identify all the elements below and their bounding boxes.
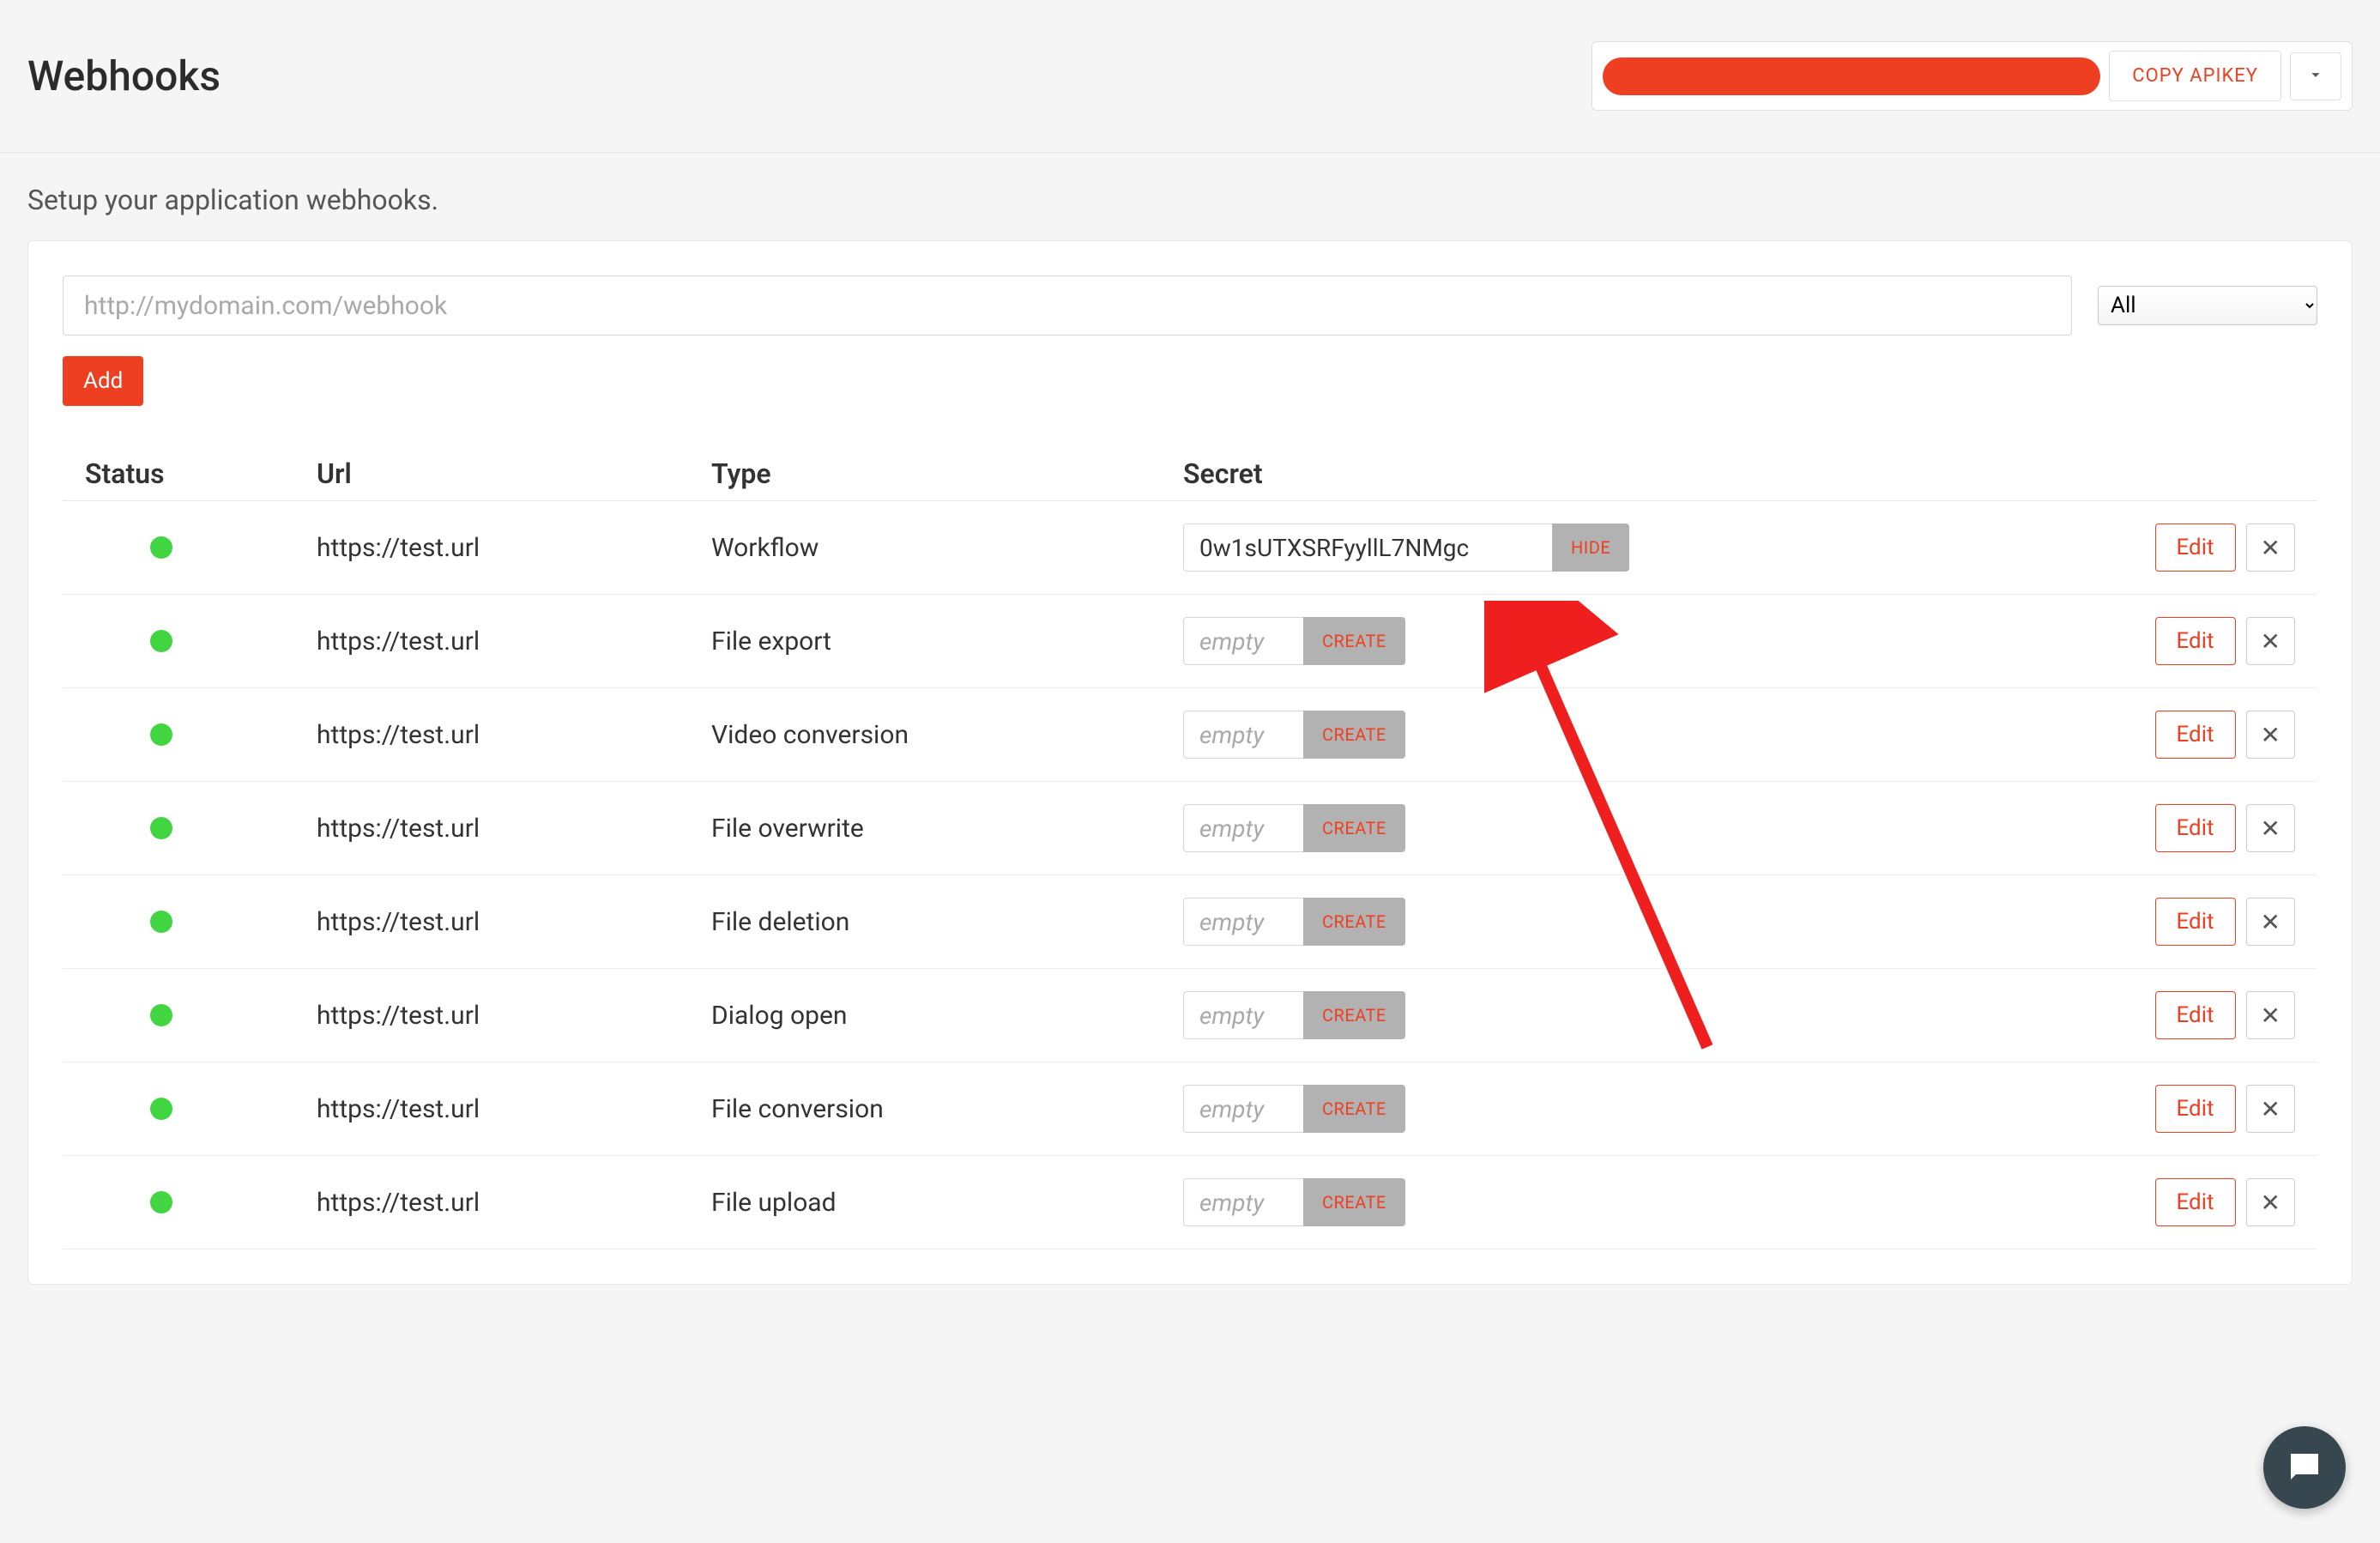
chat-bubble-icon xyxy=(2284,1447,2325,1488)
create-secret-button[interactable]: CREATE xyxy=(1303,898,1405,946)
cell-url: https://test.url xyxy=(317,814,711,844)
cell-url: https://test.url xyxy=(317,533,711,563)
status-dot-icon xyxy=(150,817,172,839)
secret-input[interactable] xyxy=(1183,1178,1303,1226)
status-dot-icon xyxy=(150,1191,172,1213)
cell-type: File conversion xyxy=(711,1094,1183,1124)
add-webhook-button[interactable]: Add xyxy=(63,356,143,406)
cell-url: https://test.url xyxy=(317,1188,711,1218)
webhooks-table: Status Url Type Secret https://test.urlW… xyxy=(63,447,2317,1250)
create-secret-button[interactable]: CREATE xyxy=(1303,711,1405,759)
close-icon: ✕ xyxy=(2261,534,2280,562)
col-header-status: Status xyxy=(85,457,317,490)
create-secret-button[interactable]: CREATE xyxy=(1303,1085,1405,1133)
cell-url: https://test.url xyxy=(317,1094,711,1124)
close-icon: ✕ xyxy=(2261,908,2280,936)
cell-type: File upload xyxy=(711,1188,1183,1218)
status-dot-icon xyxy=(150,723,172,746)
apikey-masked-pill xyxy=(1603,57,2100,95)
status-dot-icon xyxy=(150,1004,172,1026)
close-icon: ✕ xyxy=(2261,721,2280,749)
cell-url: https://test.url xyxy=(317,626,711,657)
table-row: https://test.urlWorkflow HIDE Edit ✕ xyxy=(63,501,2317,595)
close-icon: ✕ xyxy=(2261,1095,2280,1123)
table-row: https://test.urlFile overwrite CREATE Edit… xyxy=(63,782,2317,875)
secret-input[interactable] xyxy=(1183,991,1303,1039)
table-row: https://test.urlFile conversion CREATE Edi… xyxy=(63,1062,2317,1156)
close-icon: ✕ xyxy=(2261,1001,2280,1030)
edit-button[interactable]: Edit xyxy=(2155,617,2236,665)
webhooks-panel: All Add Status Url Type Secret https://t… xyxy=(27,240,2353,1285)
create-secret-button[interactable]: CREATE xyxy=(1303,1178,1405,1226)
delete-button[interactable]: ✕ xyxy=(2246,804,2295,852)
apikey-dropdown-toggle[interactable] xyxy=(2290,52,2341,100)
copy-apikey-button[interactable]: COPY APIKEY xyxy=(2109,51,2281,101)
close-icon: ✕ xyxy=(2261,1189,2280,1217)
edit-button[interactable]: Edit xyxy=(2155,991,2236,1039)
delete-button[interactable]: ✕ xyxy=(2246,991,2295,1039)
cell-type: File export xyxy=(711,626,1183,657)
secret-input[interactable] xyxy=(1183,898,1303,946)
secret-input[interactable] xyxy=(1183,523,1552,572)
create-secret-button[interactable]: CREATE xyxy=(1303,991,1405,1039)
table-header-row: Status Url Type Secret xyxy=(63,447,2317,501)
close-icon: ✕ xyxy=(2261,814,2280,843)
secret-input[interactable] xyxy=(1183,617,1303,665)
status-dot-icon xyxy=(150,1098,172,1120)
create-secret-button[interactable]: CREATE xyxy=(1303,804,1405,852)
secret-input[interactable] xyxy=(1183,1085,1303,1133)
edit-button[interactable]: Edit xyxy=(2155,711,2236,759)
chevron-down-icon xyxy=(2306,65,2325,84)
cell-type: File deletion xyxy=(711,907,1183,937)
secret-input[interactable] xyxy=(1183,711,1303,759)
delete-button[interactable]: ✕ xyxy=(2246,523,2295,572)
apikey-container: COPY APIKEY xyxy=(1592,41,2353,111)
close-icon: ✕ xyxy=(2261,627,2280,656)
edit-button[interactable]: Edit xyxy=(2155,523,2236,572)
delete-button[interactable]: ✕ xyxy=(2246,1085,2295,1133)
delete-button[interactable]: ✕ xyxy=(2246,898,2295,946)
edit-button[interactable]: Edit xyxy=(2155,804,2236,852)
hide-secret-button[interactable]: HIDE xyxy=(1552,523,1629,572)
cell-url: https://test.url xyxy=(317,907,711,937)
cell-type: Workflow xyxy=(711,533,1183,563)
status-dot-icon xyxy=(150,536,172,559)
table-row: https://test.urlFile deletion CREATE Edit ✕ xyxy=(63,875,2317,969)
webhook-type-select[interactable]: All xyxy=(2098,286,2317,325)
table-row: https://test.urlVideo conversion CREATE Ed… xyxy=(63,688,2317,782)
table-row: https://test.urlDialog open CREATE Edit ✕ xyxy=(63,969,2317,1062)
delete-button[interactable]: ✕ xyxy=(2246,617,2295,665)
status-dot-icon xyxy=(150,911,172,933)
cell-url: https://test.url xyxy=(317,720,711,750)
edit-button[interactable]: Edit xyxy=(2155,1085,2236,1133)
chat-fab-button[interactable] xyxy=(2263,1426,2346,1509)
delete-button[interactable]: ✕ xyxy=(2246,1178,2295,1226)
col-header-url: Url xyxy=(317,457,711,490)
delete-button[interactable]: ✕ xyxy=(2246,711,2295,759)
create-secret-button[interactable]: CREATE xyxy=(1303,617,1405,665)
cell-type: Video conversion xyxy=(711,720,1183,750)
page-title: Webhooks xyxy=(27,51,220,100)
edit-button[interactable]: Edit xyxy=(2155,1178,2236,1226)
edit-button[interactable]: Edit xyxy=(2155,898,2236,946)
cell-url: https://test.url xyxy=(317,1001,711,1031)
table-row: https://test.urlFile export CREATE Edit ✕ xyxy=(63,595,2317,688)
col-header-type: Type xyxy=(711,457,1183,490)
secret-input[interactable] xyxy=(1183,804,1303,852)
cell-type: Dialog open xyxy=(711,1001,1183,1031)
cell-type: File overwrite xyxy=(711,814,1183,844)
col-header-secret: Secret xyxy=(1183,457,2007,490)
status-dot-icon xyxy=(150,630,172,652)
page-subtitle: Setup your application webhooks. xyxy=(0,153,2380,240)
table-row: https://test.urlFile upload CREATE Edit ✕ xyxy=(63,1156,2317,1250)
webhook-url-input[interactable] xyxy=(63,275,2072,336)
